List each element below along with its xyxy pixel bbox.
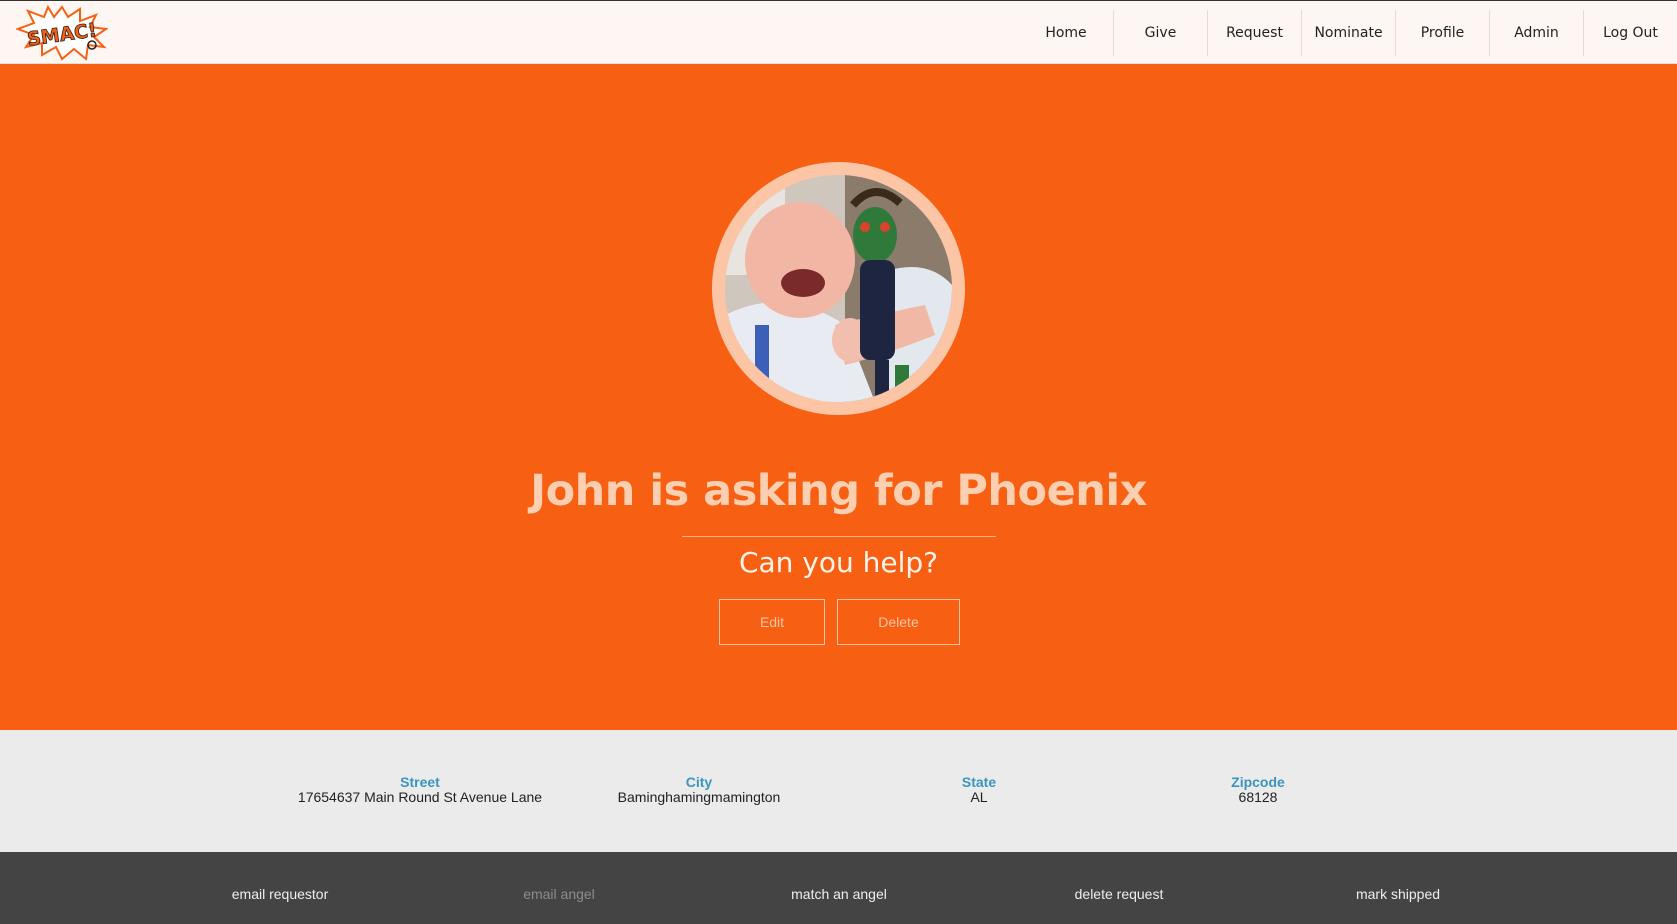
smac-logo[interactable]: SMAC!: [15, 4, 109, 61]
top-navbar: SMAC! Home Give Request Nominate Profile…: [0, 0, 1677, 64]
email-angel-link[interactable]: email angel: [459, 886, 659, 902]
city-value: Baminghamingmamington: [617, 789, 781, 805]
city-label: City: [685, 774, 713, 790]
nav-logout[interactable]: Log Out: [1583, 10, 1677, 56]
nav-nominate[interactable]: Nominate: [1301, 10, 1395, 56]
zipcode-field: Zipcode 68128: [1108, 774, 1408, 805]
requestor-photo: [725, 175, 952, 402]
avatar-frame: [712, 162, 965, 415]
address-section: Street 17654637 Main Round St Avenue Lan…: [0, 730, 1677, 852]
delete-button[interactable]: Delete: [837, 599, 960, 645]
nav-give[interactable]: Give: [1113, 10, 1207, 56]
nav-home[interactable]: Home: [1019, 10, 1113, 56]
page-title: John is asking for Phoenix: [530, 466, 1147, 516]
nav-menu: Home Give Request Nominate Profile Admin…: [1019, 10, 1677, 56]
street-value: 17654637 Main Round St Avenue Lane: [297, 789, 543, 805]
city-field: City Baminghamingmamington: [549, 774, 849, 805]
zipcode-value: 68128: [1238, 789, 1278, 805]
page-subtitle: Can you help?: [738, 546, 939, 579]
nav-request[interactable]: Request: [1207, 10, 1301, 56]
state-value: AL: [970, 789, 988, 805]
title-divider: [682, 536, 996, 537]
nav-profile[interactable]: Profile: [1395, 10, 1489, 56]
delete-request-link[interactable]: delete request: [1019, 886, 1219, 902]
state-label: State: [961, 774, 997, 790]
email-requestor-link[interactable]: email requestor: [180, 886, 380, 902]
mark-shipped-link[interactable]: mark shipped: [1298, 886, 1498, 902]
nav-admin[interactable]: Admin: [1489, 10, 1583, 56]
street-label: Street: [400, 774, 440, 790]
request-hero: John is asking for Phoenix Can you help?…: [0, 64, 1677, 730]
match-angel-link[interactable]: match an angel: [739, 886, 939, 902]
requestor-avatar: [725, 175, 952, 402]
edit-button[interactable]: Edit: [719, 599, 825, 645]
admin-actions-bar: email requestor email angel match an ang…: [0, 852, 1677, 924]
state-field: State AL: [829, 774, 1129, 805]
street-field: Street 17654637 Main Round St Avenue Lan…: [270, 774, 570, 805]
zipcode-label: Zipcode: [1231, 774, 1285, 790]
